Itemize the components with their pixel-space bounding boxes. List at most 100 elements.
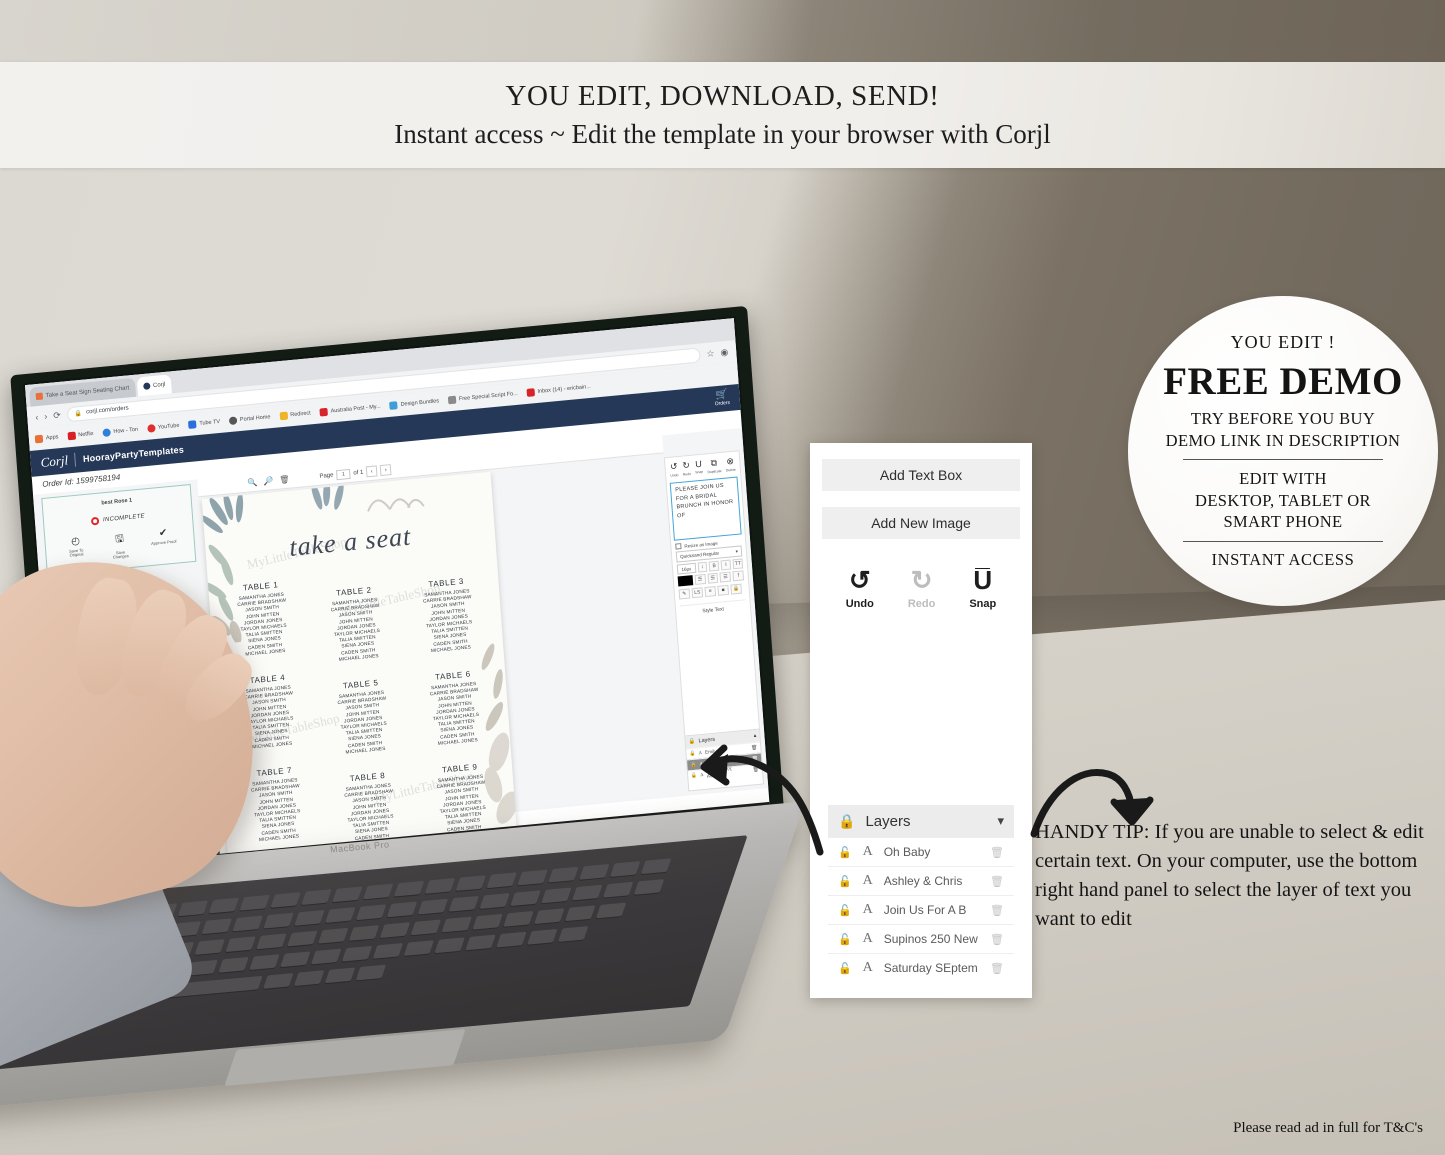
- shadow-icon[interactable]: ■: [717, 584, 730, 596]
- trash-icon[interactable]: 🗑: [279, 475, 290, 485]
- zoom-in-icon[interactable]: 🔍: [247, 478, 258, 488]
- tab-favicon: [35, 392, 44, 401]
- color-swatch[interactable]: [677, 575, 693, 587]
- unlock-icon[interactable]: 🔓: [838, 904, 852, 917]
- resize-checkbox[interactable]: [675, 543, 682, 550]
- bookmark-label: Apps: [45, 434, 59, 442]
- redo-button[interactable]: ↻ Redo: [908, 567, 936, 610]
- profile-icon[interactable]: ◉: [720, 346, 729, 358]
- text-editor-field[interactable]: PLEASE JOIN US FOR A BRIDAL BRUNCH IN HO…: [669, 476, 742, 541]
- unlock-icon[interactable]: 🔓: [838, 846, 852, 859]
- table-block[interactable]: TABLE 2 SAMANTHA JONES CARRIE BRADSHAW JAS…: [309, 583, 403, 665]
- chevron-down-icon[interactable]: ▾: [997, 813, 1004, 829]
- clock-icon: ◴: [70, 535, 81, 548]
- orders-button[interactable]: 🛒 Orders: [714, 389, 731, 407]
- layer-row[interactable]: 🔓 A Ashley & Chris 🗑: [828, 866, 1014, 895]
- italic-icon[interactable]: I: [720, 559, 732, 571]
- layer-row[interactable]: 🔓 A Oh Baby 🗑: [828, 837, 1014, 866]
- trash-icon[interactable]: 🗑: [990, 904, 1004, 917]
- layer-label: Ashley & Chris: [883, 874, 963, 888]
- duplicate-button[interactable]: ⧉ Duplicate: [706, 457, 721, 474]
- undo-button[interactable]: ↺ Undo: [846, 567, 874, 610]
- redo-icon: ↻: [910, 565, 933, 595]
- bookmark-label: Australia Post - My...: [330, 403, 381, 415]
- order-panel-title: best Rose 1: [101, 497, 133, 507]
- snap-button[interactable]: U Snap: [694, 459, 703, 476]
- list-icon[interactable]: ≡: [704, 586, 717, 598]
- back-icon[interactable]: ‹: [35, 412, 39, 422]
- undo-icon: ↺: [848, 565, 871, 595]
- bookmark-item[interactable]: Redirect: [279, 409, 311, 421]
- snap-button[interactable]: U̅ Snap: [969, 567, 996, 610]
- unlock-icon[interactable]: 🔓: [838, 875, 852, 888]
- bold-icon[interactable]: B: [708, 560, 720, 572]
- bookmark-label: Tube TV: [199, 418, 221, 427]
- table-block[interactable]: TABLE 6 SAMANTHA JONES CARRIE BRADSHAW JAS…: [409, 667, 503, 749]
- badge-edit-with: EDIT WITH: [1239, 469, 1327, 489]
- bookmark-item[interactable]: Free Special Script Fo...: [447, 390, 518, 405]
- page-number-input[interactable]: 1: [336, 468, 351, 480]
- trash-icon[interactable]: 🗑: [990, 846, 1004, 859]
- bookmark-item[interactable]: Inbox (14) - ericbain...: [526, 383, 591, 397]
- guest-list: SAMANTHA JONES CARRIE BRADSHAW JASON SMITH…: [330, 596, 381, 662]
- zoom-out-icon[interactable]: 🔎: [263, 476, 274, 486]
- delete-button[interactable]: ⊗ Delete: [725, 456, 736, 473]
- undo-button[interactable]: ↺ Undo: [669, 461, 679, 478]
- next-page-button[interactable]: ›: [379, 464, 392, 477]
- add-text-box-button[interactable]: Add Text Box: [822, 459, 1020, 491]
- save-to-original-button[interactable]: ◴ Save To Original: [62, 535, 90, 565]
- bookmark-item[interactable]: Netflix: [67, 430, 94, 441]
- redo-button[interactable]: ↻ Redo: [682, 460, 691, 477]
- line-height-icon[interactable]: ↕: [697, 561, 708, 573]
- seating-chart-grid: TABLE 1 SAMANTHA JONES CARRIE BRADSHAW JAS…: [216, 560, 509, 859]
- bookmark-item[interactable]: YouTube: [146, 422, 180, 433]
- bookmark-item[interactable]: Portal Home: [228, 413, 271, 426]
- reload-icon[interactable]: ⟳: [53, 409, 61, 421]
- magnet-icon: U̅: [973, 565, 993, 595]
- layer-row[interactable]: 🔓 A Join Us For A B 🗑: [828, 895, 1014, 924]
- floating-tool-panel: Add Text Box Add New Image ↺ Undo ↻ Redo…: [810, 443, 1032, 998]
- approve-proof-button[interactable]: ✔ Approve Proof: [150, 527, 178, 557]
- bookmark-item[interactable]: Design Bundles: [389, 397, 439, 410]
- align-left-icon[interactable]: ☰: [694, 573, 706, 585]
- prev-page-button[interactable]: ‹: [365, 465, 378, 478]
- layer-row[interactable]: 🔓 A Supinos 250 New 🗑: [828, 924, 1014, 953]
- trash-icon[interactable]: 🗑: [990, 875, 1004, 888]
- layer-row[interactable]: 🔓 A Saturday SEptem 🗑: [828, 953, 1014, 982]
- check-icon: ✔: [158, 527, 168, 540]
- bookmark-label: Netflix: [78, 430, 94, 439]
- corjl-logo[interactable]: Corjl: [40, 452, 69, 471]
- align-center-icon[interactable]: ☰: [707, 572, 719, 584]
- layers-header[interactable]: 🔒 Layers ▾: [828, 805, 1014, 837]
- layer-label: Supinos 250 New: [883, 932, 978, 946]
- bookmark-item[interactable]: How - Ton: [102, 426, 138, 438]
- header-divider: [74, 452, 77, 467]
- trash-icon[interactable]: 🗑: [990, 933, 1004, 946]
- unlock-icon[interactable]: 🔓: [838, 933, 852, 946]
- eyedropper-icon[interactable]: ✎: [678, 588, 691, 600]
- style-text-section[interactable]: Style Text: [679, 599, 747, 617]
- bookmark-icon: [526, 388, 535, 397]
- bookmark-item[interactable]: Apps: [34, 433, 59, 444]
- font-size-input[interactable]: 16px: [676, 562, 696, 575]
- table-block[interactable]: TABLE 3 SAMANTHA JONES CARRIE BRADSHAW JAS…: [402, 574, 496, 656]
- unlock-icon[interactable]: 🔓: [838, 962, 852, 975]
- uppercase-icon[interactable]: TT: [732, 558, 744, 570]
- star-icon[interactable]: ☆: [706, 348, 715, 360]
- align-right-icon[interactable]: ☰: [719, 571, 732, 583]
- letter-spacing-icon[interactable]: LS: [691, 587, 704, 599]
- table-block[interactable]: TABLE 5 SAMANTHA JONES CARRIE BRADSHAW JAS…: [316, 676, 410, 758]
- lock-icon[interactable]: 🔒: [730, 583, 743, 595]
- undo-icon: ↺: [669, 461, 678, 472]
- status-dot-icon: [90, 516, 100, 526]
- forward-icon[interactable]: ›: [44, 411, 48, 421]
- guest-list: SAMANTHA JONES CARRIE BRADSHAW JASON SMITH…: [429, 681, 480, 746]
- save-changes-button[interactable]: 🖫 Save Changes: [106, 531, 134, 561]
- add-new-image-button[interactable]: Add New Image: [822, 507, 1020, 539]
- chevron-up-icon[interactable]: ▴: [753, 733, 756, 739]
- page-control: Page 1 of 1 ‹ ›: [319, 464, 392, 482]
- trash-icon[interactable]: 🗑: [990, 962, 1004, 975]
- bookmark-item[interactable]: Tube TV: [188, 418, 220, 429]
- bookmark-item[interactable]: Australia Post - My...: [319, 403, 381, 417]
- curve-text-icon[interactable]: ↾: [732, 570, 745, 582]
